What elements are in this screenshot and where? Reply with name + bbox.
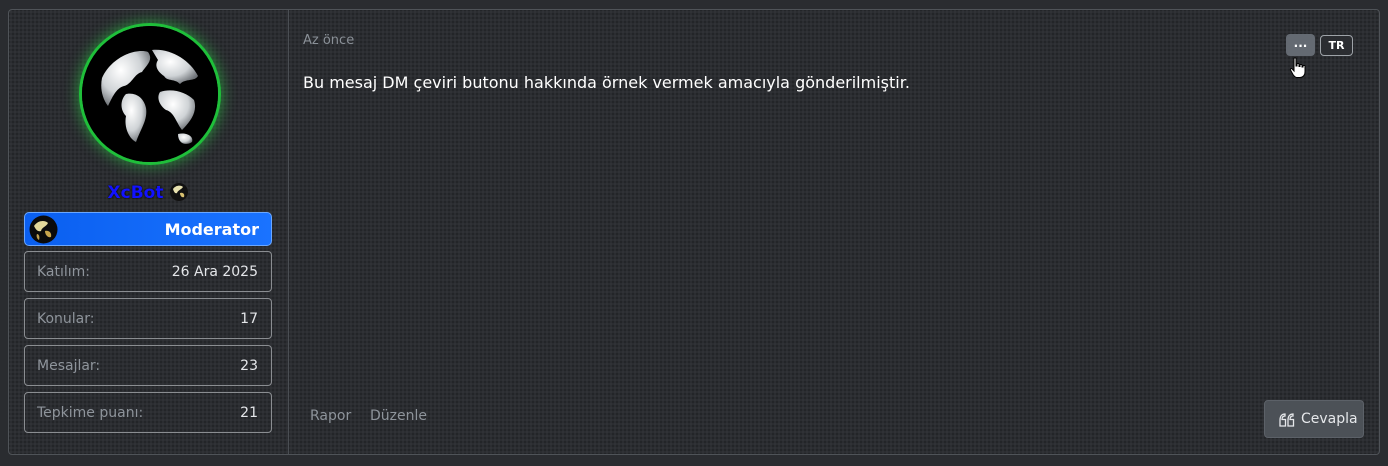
post-timestamp[interactable]: Az önce — [303, 33, 354, 48]
username-row: XcBot — [9, 182, 288, 203]
stat-threads: Konular: 17 — [24, 298, 272, 339]
globe-icon — [82, 26, 218, 162]
more-options-button[interactable]: ... — [1286, 34, 1315, 56]
stat-label: Katılım: — [37, 264, 91, 280]
stat-value: 17 — [240, 311, 258, 327]
user-avatar[interactable] — [82, 26, 218, 162]
stat-messages: Mesajlar: 23 — [24, 345, 272, 386]
stat-joined: Katılım: 26 Ara 2025 — [24, 251, 272, 292]
reply-label: Cevapla — [1301, 411, 1358, 427]
stat-value: 21 — [240, 405, 258, 421]
stat-value: 23 — [240, 358, 258, 374]
role-label: Moderator — [164, 220, 259, 239]
report-link[interactable]: Rapor — [310, 408, 351, 424]
globe-icon — [169, 182, 189, 202]
user-info-column: XcBot Moderator Katılım: 26 Ara 2025 Kon… — [9, 10, 289, 454]
post-container: XcBot Moderator Katılım: 26 Ara 2025 Kon… — [8, 9, 1380, 455]
post-message: Bu mesaj DM çeviri butonu hakkında örnek… — [303, 73, 910, 92]
post-content: Az önce Bu mesaj DM çeviri butonu hakkın… — [289, 10, 1379, 454]
stat-value: 26 Ara 2025 — [171, 264, 258, 280]
reply-button[interactable]: Cevapla — [1264, 400, 1364, 438]
stat-label: Mesajlar: — [37, 358, 101, 374]
quote-icon — [1279, 413, 1295, 427]
translate-language-button[interactable]: TR — [1320, 35, 1353, 56]
stat-label: Tepkime puanı: — [37, 405, 144, 421]
hand-pointer-icon — [1289, 57, 1306, 78]
username[interactable]: XcBot — [108, 183, 164, 203]
globe-icon — [29, 215, 58, 244]
role-banner: Moderator — [24, 212, 272, 246]
stat-reaction-score: Tepkime puanı: 21 — [24, 392, 272, 433]
stat-label: Konular: — [37, 311, 95, 327]
edit-link[interactable]: Düzenle — [370, 408, 427, 424]
